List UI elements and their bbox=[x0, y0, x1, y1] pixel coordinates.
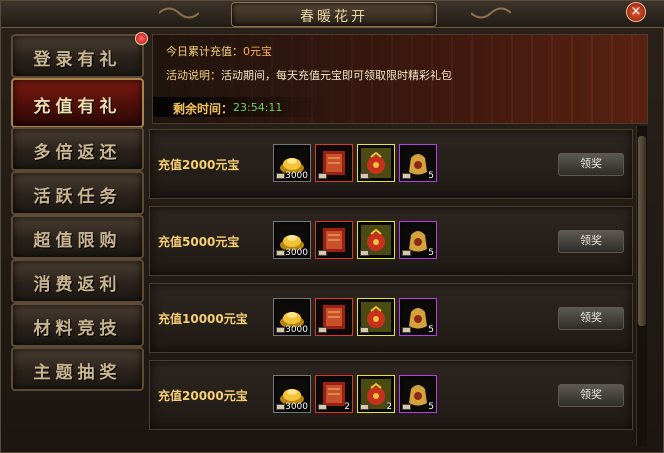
item-count: 5 bbox=[428, 248, 434, 258]
nav-item-label: 主题抽奖 bbox=[33, 363, 122, 383]
claim-button[interactable]: 领奖 bbox=[558, 153, 624, 176]
reward-item-slot[interactable]: 3000 bbox=[273, 144, 311, 182]
reward-item-slot[interactable]: 3000 bbox=[273, 298, 311, 336]
reward-item-slot[interactable]: 3000 bbox=[273, 221, 311, 259]
reward-item-slot[interactable]: 5 bbox=[399, 375, 437, 413]
bound-lock-icon bbox=[318, 404, 327, 410]
reward-list: 充值2000元宝 3000 5 领奖 充值5000元宝 3000 5 领奖 充值10000元宝 3… bbox=[149, 126, 633, 449]
scrollbar[interactable] bbox=[636, 126, 647, 446]
reward-row: 充值20000元宝 3000 2 2 5 领奖 bbox=[149, 360, 633, 430]
reward-item-slot[interactable]: 5 bbox=[399, 298, 437, 336]
close-button[interactable]: × bbox=[626, 2, 646, 22]
claim-button[interactable]: 领奖 bbox=[558, 384, 624, 407]
bound-lock-icon bbox=[276, 404, 285, 410]
nav-item-label: 活跃任务 bbox=[33, 187, 122, 207]
ornament-left-icon bbox=[159, 7, 199, 19]
reward-item-slot[interactable] bbox=[315, 298, 353, 336]
total-recharge-value: 0元宝 bbox=[243, 45, 272, 58]
nav-item-label: 消费返利 bbox=[33, 275, 122, 295]
bound-lock-icon bbox=[402, 250, 411, 256]
nav-item-theme-lottery[interactable]: 主题抽奖 bbox=[11, 347, 144, 391]
bound-lock-icon bbox=[318, 327, 327, 333]
bound-lock-icon bbox=[360, 327, 369, 333]
reward-row: 充值5000元宝 3000 5 领奖 bbox=[149, 206, 633, 276]
nav-item-label: 登录有礼 bbox=[33, 50, 122, 70]
bound-lock-icon bbox=[402, 327, 411, 333]
item-count: 2 bbox=[386, 402, 392, 412]
title-plaque: 春暖花开 bbox=[231, 2, 437, 27]
total-recharge-key: 今日累计充值： bbox=[166, 45, 243, 58]
bound-lock-icon bbox=[318, 173, 327, 179]
countdown-value: 23:54:11 bbox=[233, 101, 283, 114]
item-count: 3000 bbox=[285, 402, 308, 412]
bound-lock-icon bbox=[360, 173, 369, 179]
bound-lock-icon bbox=[276, 250, 285, 256]
nav-item-spending-rebate[interactable]: 消费返利 bbox=[11, 259, 144, 303]
countdown-key: 剩余时间： bbox=[173, 102, 234, 116]
item-count: 5 bbox=[428, 402, 434, 412]
event-desc-line: 活动说明：活动期间，每天充值元宝即可领取限时精彩礼包 bbox=[166, 67, 452, 83]
nav-item-multi-return[interactable]: 多倍返还 bbox=[11, 127, 144, 171]
bound-lock-icon bbox=[360, 404, 369, 410]
event-desc-value: 活动期间，每天充值元宝即可领取限时精彩礼包 bbox=[221, 69, 452, 82]
event-desc-key: 活动说明： bbox=[166, 69, 221, 82]
nav-item-material-contest[interactable]: 材料竞技 bbox=[11, 303, 144, 347]
total-recharge-line: 今日累计充值：0元宝 bbox=[166, 43, 272, 59]
reward-item-slot[interactable]: 5 bbox=[399, 144, 437, 182]
event-window: 春暖花开 × 登录有礼 充值有礼 多倍返还 活跃任务 超值限购 消费返利 材料竞… bbox=[0, 0, 664, 453]
event-banner: 今日累计充值：0元宝 活动说明：活动期间，每天充值元宝即可领取限时精彩礼包 剩余… bbox=[152, 34, 648, 124]
nav-item-limited-purchase[interactable]: 超值限购 bbox=[11, 215, 144, 259]
reward-item-slot[interactable]: 2 bbox=[357, 375, 395, 413]
reward-row: 充值2000元宝 3000 5 领奖 bbox=[149, 129, 633, 199]
nav-item-label: 材料竞技 bbox=[33, 319, 122, 339]
reward-tier-label: 充值20000元宝 bbox=[158, 389, 248, 403]
item-count: 3000 bbox=[285, 248, 308, 258]
bound-lock-icon bbox=[402, 173, 411, 179]
ornament-right-icon bbox=[471, 7, 511, 19]
nav-item-label: 超值限购 bbox=[33, 231, 122, 251]
notification-dot bbox=[135, 32, 148, 45]
reward-tier-label: 充值5000元宝 bbox=[158, 235, 240, 249]
item-count: 3000 bbox=[285, 325, 308, 335]
reward-row: 充值10000元宝 3000 5 领奖 bbox=[149, 283, 633, 353]
countdown: 剩余时间： 23:54:11 bbox=[153, 97, 328, 117]
item-count: 3000 bbox=[285, 171, 308, 181]
reward-tier-label: 充值2000元宝 bbox=[158, 158, 240, 172]
claim-button[interactable]: 领奖 bbox=[558, 307, 624, 330]
item-count: 2 bbox=[344, 402, 350, 412]
reward-item-slot[interactable]: 3000 bbox=[273, 375, 311, 413]
bound-lock-icon bbox=[276, 327, 285, 333]
reward-item-slot[interactable]: 5 bbox=[399, 221, 437, 259]
reward-item-slot[interactable] bbox=[357, 221, 395, 259]
bound-lock-icon bbox=[360, 250, 369, 256]
bound-lock-icon bbox=[276, 173, 285, 179]
item-count: 5 bbox=[428, 171, 434, 181]
reward-item-slot[interactable] bbox=[315, 144, 353, 182]
scrollbar-thumb[interactable] bbox=[638, 136, 646, 326]
bound-lock-icon bbox=[402, 404, 411, 410]
nav-item-recharge-gift[interactable]: 充值有礼 bbox=[11, 78, 144, 128]
reward-tier-label: 充值10000元宝 bbox=[158, 312, 248, 326]
claim-button[interactable]: 领奖 bbox=[558, 230, 624, 253]
nav-item-label: 多倍返还 bbox=[33, 143, 122, 163]
title-bar: 春暖花开 × bbox=[1, 1, 664, 28]
item-count: 5 bbox=[428, 325, 434, 335]
reward-item-slot[interactable] bbox=[357, 144, 395, 182]
nav-item-active-tasks[interactable]: 活跃任务 bbox=[11, 171, 144, 215]
nav-item-label: 充值有礼 bbox=[33, 97, 122, 117]
reward-item-slot[interactable]: 2 bbox=[315, 375, 353, 413]
reward-item-slot[interactable] bbox=[357, 298, 395, 336]
window-title: 春暖花开 bbox=[300, 9, 368, 25]
bound-lock-icon bbox=[318, 250, 327, 256]
reward-item-slot[interactable] bbox=[315, 221, 353, 259]
nav-item-login-gift[interactable]: 登录有礼 bbox=[11, 32, 148, 78]
